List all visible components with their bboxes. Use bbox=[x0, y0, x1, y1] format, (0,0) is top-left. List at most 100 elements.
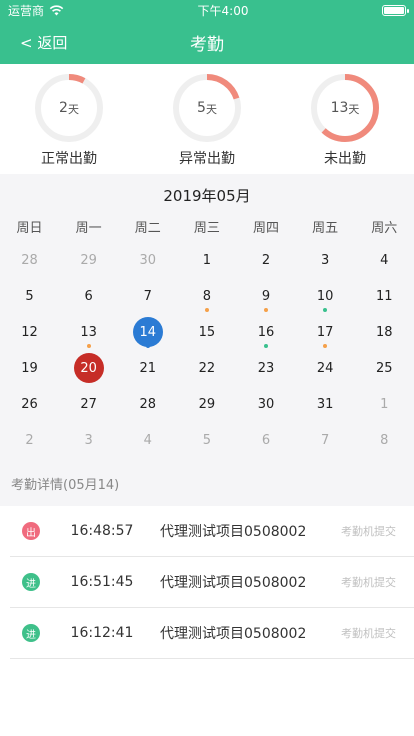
progress-ring: 5天 bbox=[171, 72, 243, 144]
stat-label: 正常出勤 bbox=[41, 151, 97, 167]
calendar-day[interactable]: 13 bbox=[59, 314, 118, 350]
day-number: 23 bbox=[257, 360, 275, 376]
calendar-day[interactable]: 10 bbox=[296, 278, 355, 314]
day-number: 2 bbox=[25, 432, 34, 448]
record-time: 16:51:45 bbox=[70, 574, 134, 590]
calendar-day[interactable]: 17 bbox=[296, 314, 355, 350]
day-number: 1 bbox=[202, 252, 212, 268]
calendar-day[interactable]: 12 bbox=[0, 314, 59, 350]
progress-ring: 13 天 bbox=[309, 72, 381, 144]
clock-in-badge: 进 bbox=[22, 573, 40, 591]
summary-stat: 13 天未出勤 bbox=[276, 72, 414, 174]
page-title: 考勤 bbox=[190, 34, 224, 55]
calendar-day[interactable]: 5 bbox=[177, 422, 236, 458]
attendance-record[interactable]: 进 16:51:45 代理测试项目0508002 考勤机提交 bbox=[10, 557, 414, 608]
calendar-day[interactable]: 1 bbox=[355, 386, 414, 422]
record-time: 16:12:41 bbox=[70, 625, 134, 641]
record-source: 考勤机提交 bbox=[341, 627, 396, 640]
day-number: 2 bbox=[261, 252, 271, 268]
stat-unit: 天 bbox=[67, 103, 79, 116]
calendar-day[interactable]: 1 bbox=[177, 242, 236, 278]
calendar-day[interactable]: 29 bbox=[177, 386, 236, 422]
calendar-day[interactable]: 26 bbox=[0, 386, 59, 422]
weekday-label: 周二 bbox=[134, 220, 161, 236]
day-number: 7 bbox=[143, 288, 152, 304]
calendar-day[interactable]: 30 bbox=[118, 242, 177, 278]
calendar-day[interactable]: 21 bbox=[118, 350, 177, 386]
calendar-day[interactable]: 9 bbox=[237, 278, 296, 314]
summary-stat: 2 天正常出勤 bbox=[0, 72, 138, 174]
record-time: 16:48:57 bbox=[70, 523, 134, 539]
stat-value: 2 bbox=[59, 100, 68, 116]
calendar-day[interactable]: 2 bbox=[237, 242, 296, 278]
day-number: 15 bbox=[198, 324, 216, 340]
record-project: 代理测试项目0508002 bbox=[160, 626, 307, 642]
stat-value: 13 bbox=[330, 100, 349, 116]
stat-unit: 天 bbox=[205, 103, 217, 116]
calendar-day[interactable]: 22 bbox=[177, 350, 236, 386]
calendar-day[interactable]: 23 bbox=[237, 350, 296, 386]
calendar-day[interactable]: 24 bbox=[296, 350, 355, 386]
calendar-day[interactable]: 30 bbox=[237, 386, 296, 422]
day-number: 1 bbox=[380, 396, 389, 412]
day-number: 28 bbox=[139, 396, 157, 412]
calendar-day[interactable]: 28 bbox=[0, 242, 59, 278]
progress-ring: 2天 bbox=[33, 72, 105, 144]
day-number: 6 bbox=[261, 432, 271, 448]
calendar-day[interactable]: 4 bbox=[355, 242, 414, 278]
day-number: 4 bbox=[143, 432, 152, 448]
day-number: 26 bbox=[21, 396, 38, 412]
calendar-day[interactable]: 8 bbox=[355, 422, 414, 458]
day-number: 3 bbox=[84, 432, 93, 448]
weekday-header: 周日 周一 周二 周三 周四 周五 周六 bbox=[0, 210, 414, 242]
stat-label: 未出勤 bbox=[324, 151, 366, 167]
day-number: 8 bbox=[380, 432, 389, 448]
calendar-day[interactable]: 29 bbox=[59, 242, 118, 278]
calendar-day[interactable]: 8 bbox=[177, 278, 236, 314]
calendar-day[interactable]: 28 bbox=[118, 386, 177, 422]
day-number: 30 bbox=[257, 396, 275, 412]
calendar: 2019年05月 周日 周一 周二 周三 周四 周五 周六 28 29 30 1 2 3 4 5 6 7 8 9 1… bbox=[0, 174, 414, 456]
attendance-dot bbox=[204, 308, 209, 312]
calendar-day[interactable]: 5 bbox=[0, 278, 59, 314]
calendar-day[interactable]: 27 bbox=[59, 386, 118, 422]
calendar-month-label: 2019年05月 bbox=[163, 187, 251, 205]
calendar-day[interactable]: 15 bbox=[177, 314, 236, 350]
calendar-day[interactable]: 7 bbox=[118, 278, 177, 314]
calendar-day[interactable]: 16 bbox=[237, 314, 296, 350]
record-project: 代理测试项目0508002 bbox=[160, 524, 307, 540]
attendance-dot bbox=[264, 344, 269, 348]
calendar-day[interactable]: 4 bbox=[118, 422, 177, 458]
back-button[interactable]: < 返回 bbox=[20, 20, 67, 64]
calendar-day[interactable]: 2 bbox=[0, 422, 59, 458]
calendar-day[interactable]: 7 bbox=[296, 422, 355, 458]
calendar-day[interactable]: 31 bbox=[296, 386, 355, 422]
attendance-record[interactable]: 出 16:48:57 代理测试项目0508002 考勤机提交 bbox=[10, 506, 414, 557]
attendance-record[interactable]: 进 16:12:41 代理测试项目0508002 考勤机提交 bbox=[10, 608, 414, 659]
weekday-label: 周三 bbox=[193, 220, 220, 236]
record-source: 考勤机提交 bbox=[341, 576, 396, 589]
weekday-label: 周五 bbox=[312, 220, 339, 236]
day-number: 8 bbox=[202, 288, 212, 304]
day-number: 7 bbox=[321, 432, 330, 448]
calendar-day-selected[interactable]: 14 bbox=[118, 314, 177, 350]
calendar-day[interactable]: 18 bbox=[355, 314, 414, 350]
battery-icon bbox=[382, 4, 409, 16]
calendar-day[interactable]: 3 bbox=[296, 242, 355, 278]
clock-out-badge: 出 bbox=[22, 522, 40, 540]
day-number: 27 bbox=[80, 396, 97, 412]
calendar-day[interactable]: 6 bbox=[59, 278, 118, 314]
calendar-day[interactable]: 25 bbox=[355, 350, 414, 386]
calendar-day[interactable]: 6 bbox=[237, 422, 296, 458]
attendance-dot bbox=[323, 344, 328, 348]
calendar-day[interactable]: 19 bbox=[0, 350, 59, 386]
day-number: 10 bbox=[316, 288, 334, 304]
calendar-day-today[interactable]: 20 bbox=[59, 350, 118, 386]
calendar-day[interactable]: 3 bbox=[59, 422, 118, 458]
calendar-day[interactable]: 11 bbox=[355, 278, 414, 314]
attendance-dot bbox=[323, 308, 328, 312]
day-number: 13 bbox=[80, 324, 97, 340]
stat-label: 异常出勤 bbox=[179, 151, 235, 167]
wifi-icon bbox=[49, 4, 64, 15]
day-number: 4 bbox=[380, 252, 389, 268]
